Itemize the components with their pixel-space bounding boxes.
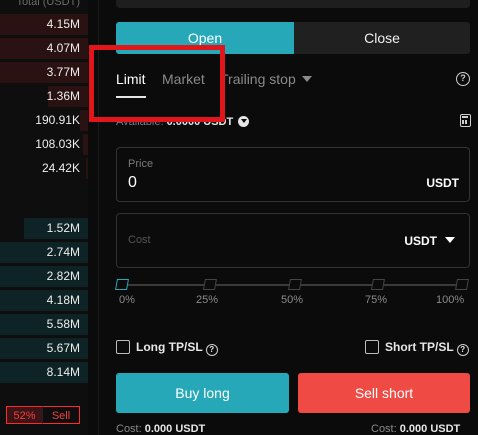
ask-total: 3.77M [46,65,80,79]
ask-row[interactable]: 24.42K [0,158,88,179]
ask-row[interactable]: 3.77M [0,62,88,83]
transfer-icon[interactable] [238,116,250,127]
calculator-icon[interactable] [460,114,471,127]
chevron-down-icon [445,237,455,243]
cost-unit-select[interactable]: USDT [404,234,455,248]
bid-total: 5.58M [46,317,80,331]
slider-stop-25[interactable] [203,279,217,290]
ask-row[interactable]: 190.91K [0,110,88,131]
tab-trailing-stop[interactable]: Trailing stop [220,70,312,88]
help-icon[interactable]: ? [456,72,470,86]
help-icon[interactable]: ? [456,344,469,356]
top-field-edge [116,0,470,8]
sell-cost-value: 0.000 USDT [399,423,461,435]
amount-slider[interactable]: 0% 25% 50% 75% 100% [115,276,470,310]
sell-cost: Cost: 0.000 USDT [371,423,460,435]
sell-short-button[interactable]: Sell short [298,373,470,413]
ask-total: 24.42K [41,161,80,175]
bid-row[interactable]: 2.74M [0,242,88,263]
buy-long-button[interactable]: Buy long [116,373,289,413]
slider-tick-label: 100% [436,294,465,306]
bid-row[interactable]: 8.14M [0,362,88,383]
slider-stop-100[interactable] [455,279,469,290]
slider-tick-label: 50% [281,294,304,306]
ask-row[interactable]: 1.36M [0,86,88,107]
short-tpsl-label: Short TP/SL [385,340,454,354]
long-tpsl-checkbox[interactable]: Long TP/SL? [116,340,218,356]
price-label: Price [128,158,154,170]
bid-total: 2.82M [46,269,80,283]
sell-cost-label: Cost: [371,423,397,435]
slider-tick-label: 75% [365,294,388,306]
ask-row[interactable]: 4.15M [0,14,88,35]
ask-total: 190.91K [35,113,80,127]
checkbox-box[interactable] [116,340,130,354]
long-tpsl-label: Long TP/SL [136,340,203,354]
bid-row[interactable]: 1.52M [0,218,88,239]
bid-row[interactable]: 5.67M [0,338,88,359]
close-tab[interactable]: Close [294,22,470,54]
short-tpsl-checkbox[interactable]: Short TP/SL? [365,340,469,356]
buy-cost-value: 0.000 USDT [144,423,206,435]
chevron-down-icon [301,76,312,82]
cost-field[interactable]: Cost USDT [116,213,470,268]
order-book-header: Total (USDT) [16,0,80,8]
price-input[interactable]: 0 [128,174,137,192]
bid-total: 4.18M [46,293,80,307]
highlight-annotation-box [89,45,225,122]
ask-row[interactable]: 4.07M [0,38,88,59]
bid-row[interactable]: 5.58M [0,314,88,335]
bid-row[interactable]: 4.18M [0,290,88,311]
bid-total: 5.67M [46,341,80,355]
ratio-side-label: Sell [42,406,80,424]
ask-total: 4.15M [46,17,80,31]
slider-stop-50[interactable] [288,279,302,290]
buy-sell-ratio: 52% Sell [6,406,80,424]
ask-total: 1.36M [46,89,80,103]
checkbox-box[interactable] [365,340,379,354]
bid-total: 8.14M [46,365,80,379]
buy-cost-label: Cost: [116,423,142,435]
tab-trailing-stop-label: Trailing stop [220,71,296,87]
price-unit: USDT [426,176,459,190]
cost-input[interactable]: Cost [128,234,151,246]
buy-cost: Cost: 0.000 USDT [116,423,205,435]
cost-unit-label: USDT [404,234,437,248]
ask-row[interactable]: 108.03K [0,134,88,155]
bid-row[interactable]: 2.82M [0,266,88,287]
ratio-percent: 52% [6,406,42,424]
ask-total: 4.07M [46,41,80,55]
price-field[interactable]: Price 0 USDT [116,147,470,202]
bid-total: 2.74M [46,245,80,259]
ask-total: 108.03K [35,137,80,151]
slider-tick-label: 25% [196,294,219,306]
slider-tick-label: 0% [119,294,135,306]
slider-handle[interactable] [115,279,129,290]
slider-stop-75[interactable] [371,279,385,290]
help-icon[interactable]: ? [205,344,218,356]
bid-total: 1.52M [46,221,80,235]
order-book: Total (USDT) 4.15M 4.07M 3.77M 1.36M 190… [0,0,88,435]
